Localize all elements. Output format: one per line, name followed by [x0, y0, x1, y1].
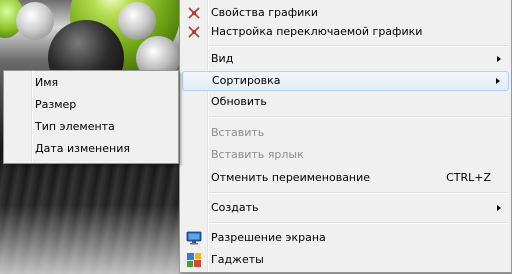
menu-item-label: Гаджеты [211, 253, 264, 266]
desktop-context-menu: Свойства графики Настройка переключаемой… [179, 0, 512, 273]
submenu-item-name[interactable]: Имя [6, 72, 176, 94]
menu-item-gadgets[interactable]: Гаджеты [182, 250, 509, 270]
menu-item-label: Настройка переключаемой графики [211, 25, 423, 38]
wallpaper-sheen [0, 160, 190, 274]
menu-separator [209, 116, 509, 118]
menu-item-undo-rename[interactable]: Отменить переименование CTRL+Z [182, 168, 509, 188]
menu-separator [209, 45, 509, 47]
menu-item-new[interactable]: Создать [182, 198, 509, 218]
menu-item-label: Разрешение экрана [211, 231, 326, 244]
submenu-arrow-icon [497, 56, 501, 62]
menu-item-refresh[interactable]: Обновить [182, 92, 509, 112]
submenu-item-date-modified[interactable]: Дата изменения [6, 138, 176, 160]
submenu-arrow-icon [496, 78, 500, 84]
sort-submenu: Имя Размер Тип элемента Дата изменения [3, 70, 179, 164]
wallpaper-silver-sphere [118, 2, 156, 40]
menu-item-label: Вид [211, 52, 234, 65]
menu-item-label: Обновить [211, 95, 267, 108]
intel-graphics-icon [188, 7, 200, 19]
menu-item-graphics-properties[interactable]: Свойства графики [182, 3, 509, 23]
menu-item-label: Свойства графики [211, 6, 319, 19]
submenu-item-label: Тип элемента [35, 120, 115, 133]
menu-item-paste-shortcut[interactable]: Вставить ярлык [182, 145, 509, 165]
menu-separator [209, 192, 509, 194]
menu-separator [209, 222, 509, 224]
menu-item-view[interactable]: Вид [182, 49, 509, 69]
submenu-item-label: Имя [35, 76, 59, 89]
intel-graphics-icon [188, 26, 200, 38]
menu-item-switchable-graphics[interactable]: Настройка переключаемой графики [182, 22, 509, 42]
submenu-item-label: Дата изменения [35, 142, 130, 155]
submenu-item-type[interactable]: Тип элемента [6, 116, 176, 138]
wallpaper-silver-sphere [16, 2, 54, 40]
menu-item-label: Создать [211, 201, 259, 214]
menu-item-paste[interactable]: Вставить [182, 123, 509, 143]
menu-item-sort[interactable]: Сортировка [182, 71, 509, 91]
submenu-item-size[interactable]: Размер [6, 94, 176, 116]
submenu-item-label: Размер [35, 98, 77, 111]
menu-item-label: Сортировка [212, 74, 281, 87]
menu-item-label: Вставить ярлык [211, 148, 304, 161]
display-icon [186, 231, 202, 245]
submenu-arrow-icon [497, 205, 501, 211]
menu-item-screen-resolution[interactable]: Разрешение экрана [182, 228, 509, 248]
menu-item-label: Вставить [211, 126, 265, 139]
menu-item-label: Отменить переименование [211, 171, 371, 184]
menu-item-shortcut: CTRL+Z [446, 171, 491, 184]
gadgets-icon [187, 253, 201, 267]
